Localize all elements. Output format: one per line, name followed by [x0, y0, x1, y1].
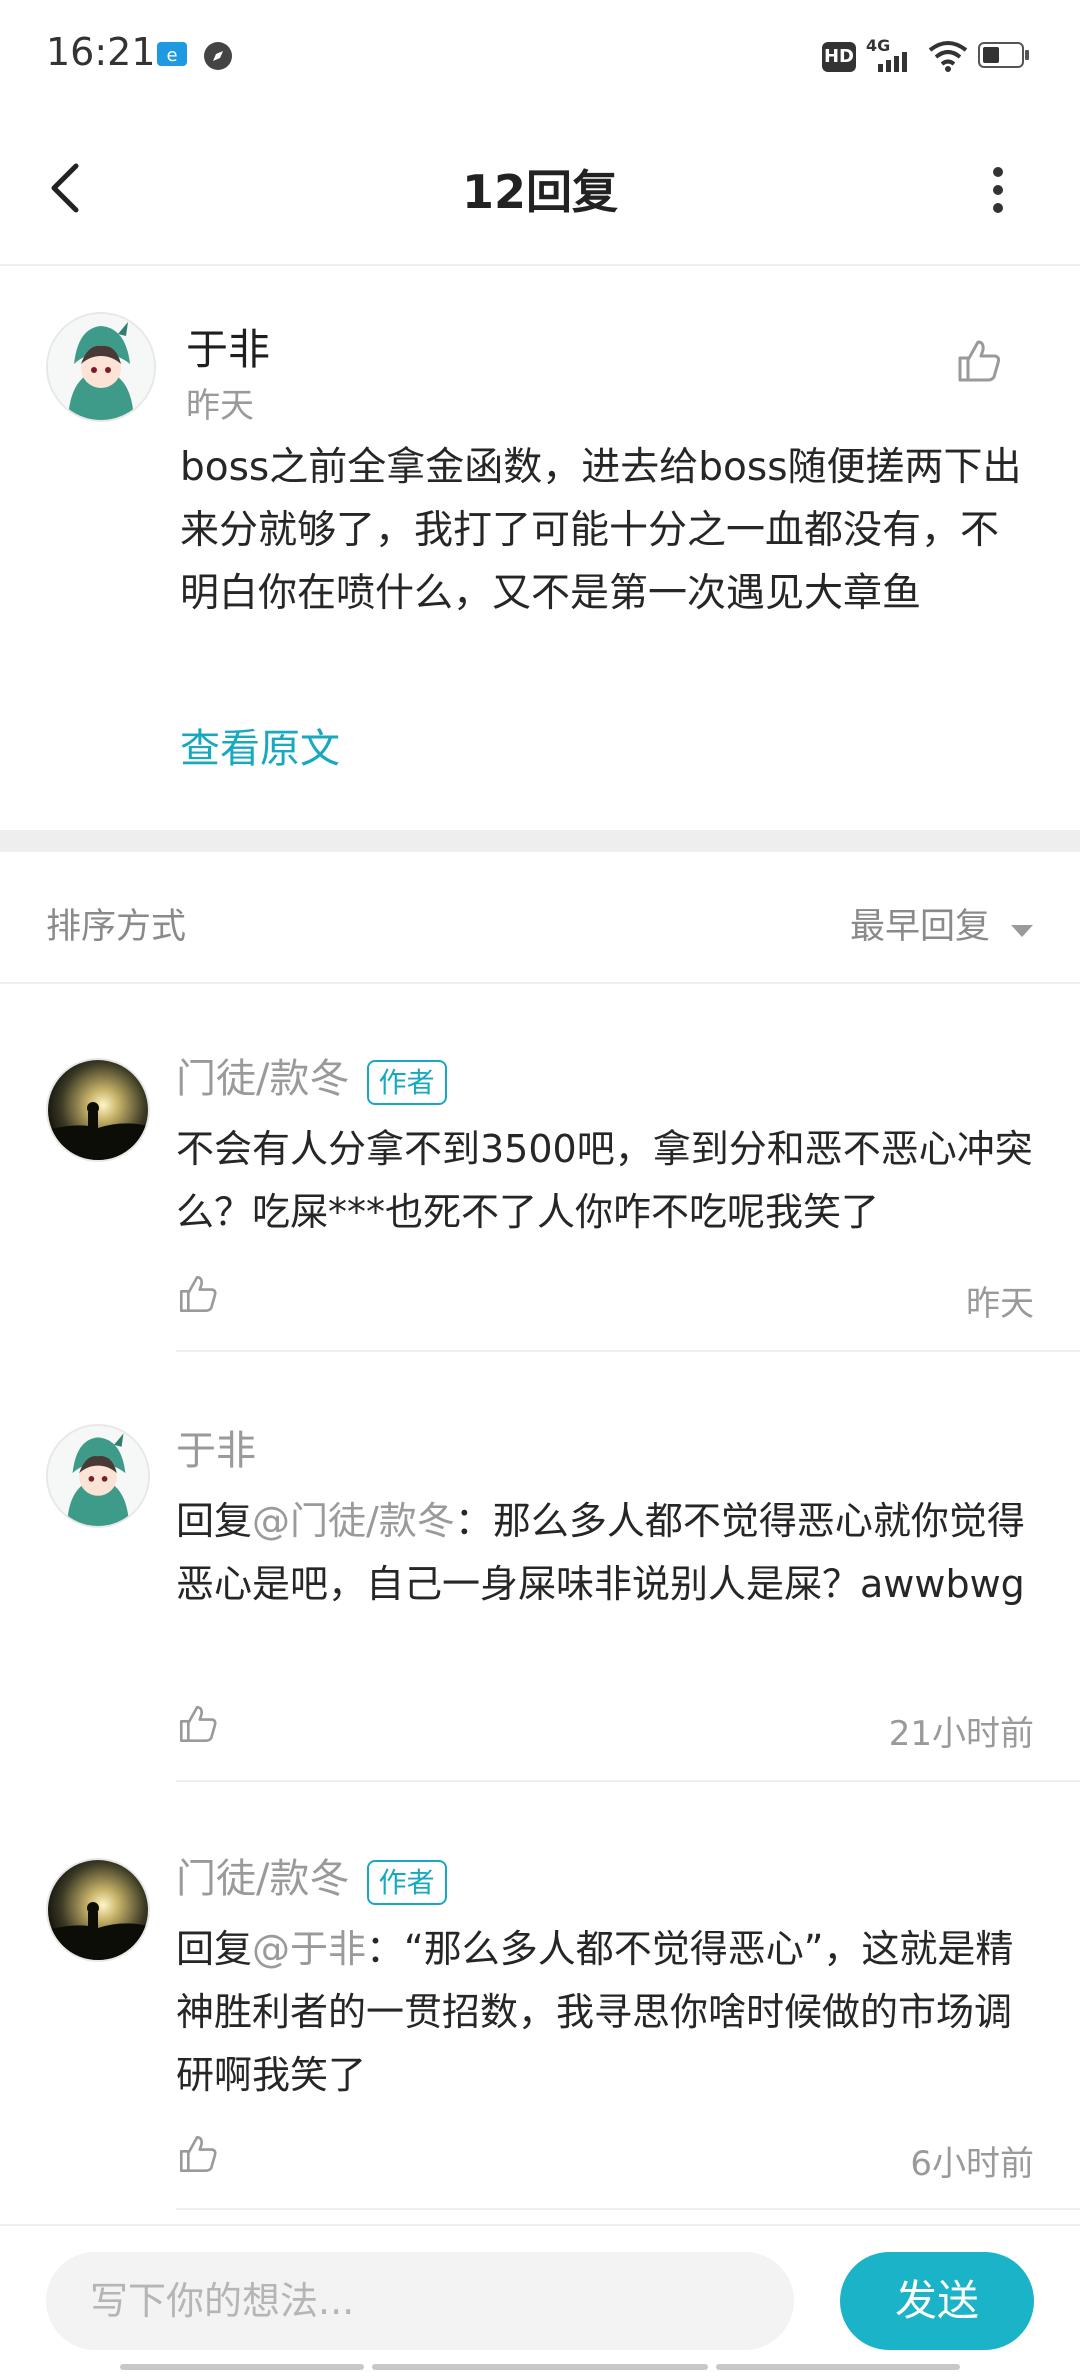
- avatar[interactable]: [46, 1058, 150, 1162]
- caret-down-icon: [1009, 908, 1035, 948]
- page-title: 12回复: [461, 165, 618, 219]
- comment-time: 昨天: [186, 386, 254, 426]
- comment-content: boss之前全拿金函数，进去给boss随便搓两下出来分就够了，我打了可能十分之一…: [180, 445, 1022, 616]
- battery-icon: [978, 42, 1030, 70]
- reply-time: 6小时前: [910, 2144, 1034, 2184]
- signal-4g-icon: 4G: [866, 36, 916, 74]
- reply-header: 门徒/款冬 作者: [176, 1046, 447, 1105]
- nav-gesture-bar: [372, 2364, 708, 2370]
- reply-divider: [176, 1780, 1080, 1782]
- section-divider: [0, 830, 1080, 852]
- app-notification-icon: e: [156, 40, 188, 72]
- status-bar: 16:21 e HD 4G: [0, 0, 1080, 116]
- reply-divider: [176, 1350, 1080, 1352]
- avatar[interactable]: [46, 1858, 150, 1962]
- reply-time: 昨天: [966, 1284, 1034, 1324]
- reply-header: 于非: [176, 1418, 256, 1476]
- reply-author[interactable]: 门徒/款冬: [176, 1856, 349, 1902]
- comment-author[interactable]: 于非: [186, 316, 270, 377]
- composer-bar: 写下你的想法... 发送: [0, 2224, 1080, 2378]
- sort-value: 最早回复: [850, 907, 991, 947]
- reply-divider: [176, 2208, 1080, 2210]
- author-badge: 作者: [366, 1060, 447, 1105]
- compass-icon: [202, 40, 234, 72]
- author-badge: 作者: [366, 1860, 447, 1905]
- reply-content: 不会有人分拿不到3500吧，拿到分和恶不恶心冲突么？吃屎***也死不了人你咋不吃…: [176, 1118, 1036, 1244]
- reply-text: 不会有人分拿不到3500吧，拿到分和恶不恶心冲突么？吃屎***也死不了人你咋不吃…: [176, 1127, 1033, 1234]
- status-time: 16:21: [46, 30, 156, 74]
- comment-input[interactable]: 写下你的想法...: [46, 2252, 794, 2350]
- hd-icon: HD: [822, 42, 856, 72]
- view-original-link[interactable]: 查看原文: [180, 716, 340, 774]
- mention-link[interactable]: @门徒/款冬: [252, 1499, 455, 1543]
- reply-author[interactable]: 于非: [176, 1428, 256, 1474]
- reply-prefix: 回复: [176, 1927, 253, 1971]
- reply-header: 门徒/款冬 作者: [176, 1846, 447, 1905]
- avatar[interactable]: [46, 312, 156, 422]
- sort-bar: 排序方式 最早回复: [0, 858, 1080, 984]
- reply-author[interactable]: 门徒/款冬: [176, 1056, 349, 1102]
- reply-content: 回复@门徒/款冬：那么多人都不觉得恶心就你觉得恶心是吧，自己一身屎味非说别人是屎…: [176, 1490, 1036, 1616]
- send-button[interactable]: 发送: [840, 2252, 1034, 2350]
- wifi-icon: [928, 40, 968, 72]
- thumbs-up-icon[interactable]: [176, 2132, 220, 2176]
- avatar[interactable]: [46, 1424, 150, 1528]
- thumbs-up-icon[interactable]: [176, 1272, 220, 1316]
- reply-prefix: 回复: [176, 1499, 253, 1543]
- mention-link[interactable]: @于非: [252, 1927, 366, 1971]
- more-vertical-icon[interactable]: [978, 160, 1018, 220]
- sort-label: 排序方式: [46, 907, 187, 947]
- nav-gesture-bar: [120, 2364, 364, 2370]
- reply-content: 回复@于非：“那么多人都不觉得恶心”，这就是精神胜利者的一贯招数，我寻思你啥时候…: [176, 1918, 1036, 2107]
- thumbs-up-icon[interactable]: [176, 1702, 220, 1746]
- reply-time: 21小时前: [888, 1714, 1034, 1754]
- sort-dropdown[interactable]: 最早回复: [850, 898, 1035, 949]
- thumbs-up-icon[interactable]: [954, 336, 1004, 386]
- top-bar: 12回复: [0, 116, 1080, 266]
- svg-text:e: e: [166, 45, 177, 66]
- nav-gesture-bar: [716, 2364, 960, 2370]
